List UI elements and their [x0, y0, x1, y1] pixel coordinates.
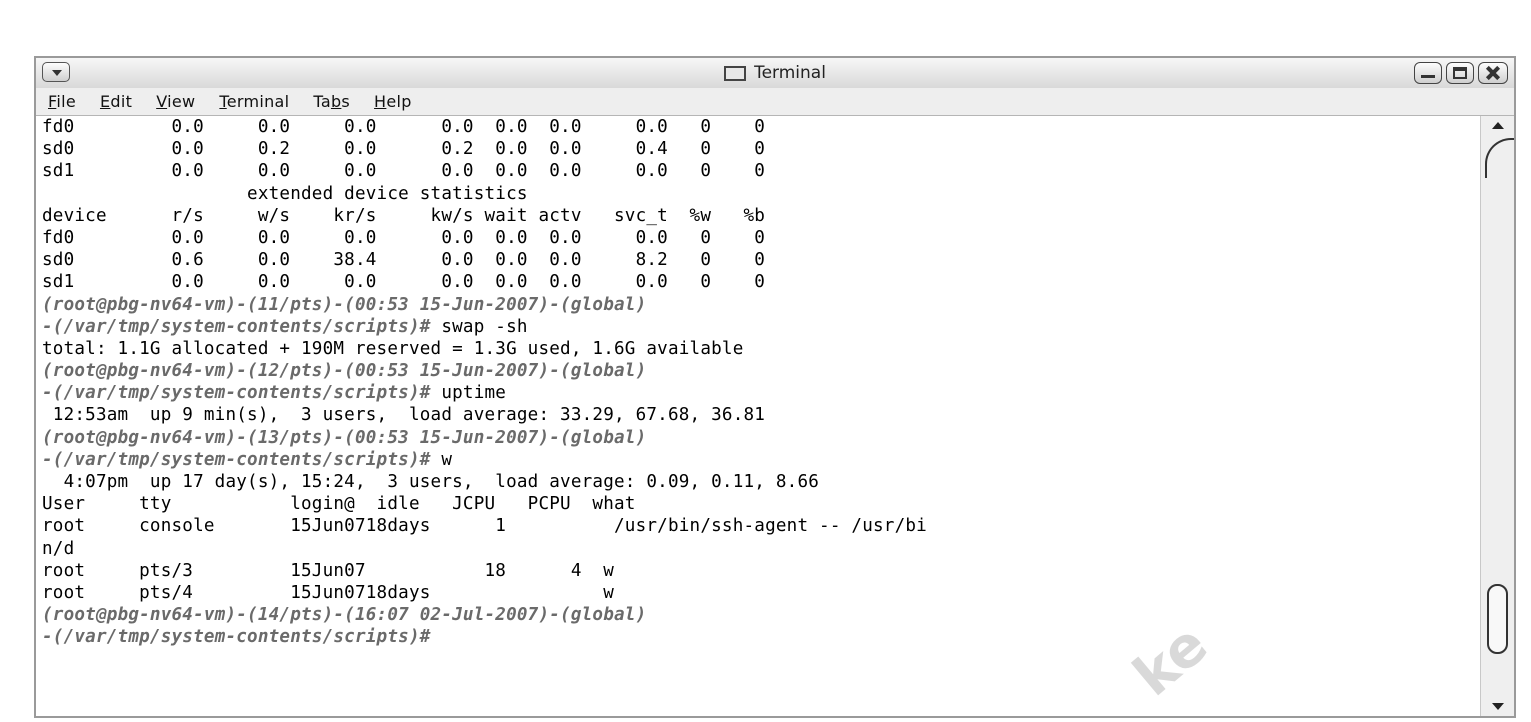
title-group: Terminal — [36, 58, 1514, 88]
maximize-button[interactable] — [1446, 62, 1474, 84]
terminal-output[interactable]: fd0 0.0 0.0 0.0 0.0 0.0 0.0 0.0 0 0 sd0 0… — [36, 116, 1480, 716]
scroll-thumb[interactable] — [1487, 584, 1508, 654]
prompt-line: (root@pbg-nv64-vm)-(14/pts)-(16:07 02-Ju… — [42, 605, 647, 626]
terminal-icon — [724, 65, 747, 81]
output-line: root console 15Jun0718days 1 /usr/bin/ss… — [42, 516, 927, 537]
output-line: fd0 0.0 0.0 0.0 0.0 0.0 0.0 0.0 0 0 — [42, 227, 766, 248]
scroll-track[interactable] — [1485, 138, 1510, 694]
output-line: device r/s w/s kr/s kw/s wait actv svc_t… — [42, 205, 766, 226]
menu-item-view[interactable]: View — [156, 92, 195, 111]
prompt-line: -(/var/tmp/system-contents/scripts)# swa… — [42, 316, 528, 337]
menu-bar: File Edit View Terminal Tabs Help — [36, 88, 1514, 116]
prompt-line: -(/var/tmp/system-contents/scripts)# — [42, 627, 431, 648]
command-text: w — [441, 449, 453, 470]
vertical-scrollbar[interactable] — [1480, 116, 1514, 716]
output-line: sd1 0.0 0.0 0.0 0.0 0.0 0.0 0.0 0 0 — [42, 161, 766, 182]
scroll-down-arrow-icon[interactable] — [1492, 703, 1504, 710]
command-text: uptime — [441, 383, 507, 404]
menu-item-tabs[interactable]: Tabs — [313, 92, 350, 111]
minimize-button[interactable] — [1414, 62, 1442, 84]
output-line: sd0 0.6 0.0 38.4 0.0 0.0 0.0 8.2 0 0 — [42, 250, 766, 271]
close-button[interactable] — [1478, 62, 1508, 84]
command-text: swap -sh — [441, 316, 528, 337]
output-line: extended device statistics — [42, 183, 528, 204]
terminal-text: fd0 0.0 0.0 0.0 0.0 0.0 0.0 0.0 0 0 sd0 0… — [36, 116, 1480, 649]
output-line: root pts/4 15Jun0718days w — [42, 582, 614, 603]
window-title: Terminal — [754, 63, 826, 83]
output-line: n/d — [42, 538, 75, 559]
output-line: 12:53am up 9 min(s), 3 users, load avera… — [42, 405, 766, 426]
menu-item-help[interactable]: Help — [374, 92, 412, 111]
terminal-window: Terminal File Edit View Terminal Tabs Help fd… — [34, 56, 1516, 718]
output-line: User tty login@ idle JCPU PCPU what — [42, 494, 636, 515]
prompt-line: (root@pbg-nv64-vm)-(12/pts)-(00:53 15-Ju… — [42, 361, 647, 382]
menu-item-edit[interactable]: Edit — [100, 92, 132, 111]
menu-item-terminal[interactable]: Terminal — [219, 92, 289, 111]
prompt-line: (root@pbg-nv64-vm)-(11/pts)-(00:53 15-Ju… — [42, 294, 647, 315]
output-line: fd0 0.0 0.0 0.0 0.0 0.0 0.0 0.0 0 0 — [42, 117, 766, 137]
output-line: sd1 0.0 0.0 0.0 0.0 0.0 0.0 0.0 0 0 — [42, 272, 766, 293]
output-line: total: 1.1G allocated + 190M reserved = … — [42, 338, 744, 359]
output-line: 4:07pm up 17 day(s), 15:24, 3 users, loa… — [42, 472, 820, 492]
scroll-up-arrow-icon[interactable] — [1492, 122, 1504, 129]
output-line: root pts/3 15Jun07 18 4 w — [42, 560, 614, 581]
prompt-line: -(/var/tmp/system-contents/scripts)# w — [42, 449, 453, 470]
title-bar[interactable]: Terminal — [36, 58, 1514, 89]
prompt-line: (root@pbg-nv64-vm)-(13/pts)-(00:53 15-Ju… — [42, 427, 647, 448]
prompt-line: -(/var/tmp/system-contents/scripts)# upt… — [42, 383, 507, 404]
output-line: sd0 0.0 0.2 0.0 0.2 0.0 0.0 0.4 0 0 — [42, 139, 766, 160]
menu-item-file[interactable]: File — [48, 92, 76, 111]
